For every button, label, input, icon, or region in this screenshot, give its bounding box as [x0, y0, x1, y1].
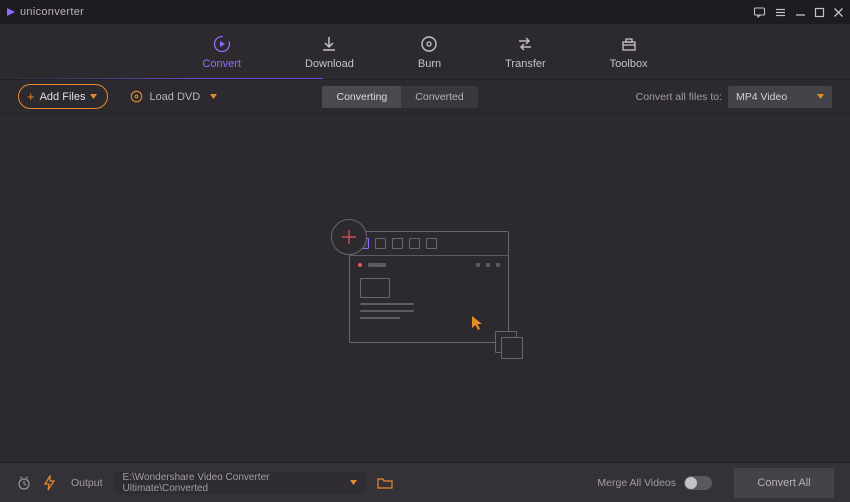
tab-label: Toolbox	[610, 58, 648, 70]
add-files-button[interactable]: + Add Files	[18, 84, 108, 109]
merge-toggle[interactable]	[684, 476, 712, 490]
convert-all-label: Convert all files to:	[636, 91, 722, 103]
app-logo-icon	[6, 7, 16, 17]
footer-bar: Output E:\Wondershare Video Converter Ul…	[0, 462, 850, 502]
empty-state-illustration	[335, 223, 515, 353]
open-folder-button[interactable]	[377, 476, 393, 490]
menu-icon[interactable]	[774, 6, 787, 19]
convert-all-button-label: Convert All	[757, 477, 810, 489]
convert-all-button[interactable]: Convert All	[734, 468, 834, 498]
chevron-down-icon	[90, 94, 97, 99]
convert-icon	[212, 34, 232, 54]
gpu-accel-icon[interactable]	[44, 475, 55, 491]
load-dvd-label: Load DVD	[149, 91, 200, 103]
download-icon	[319, 34, 339, 54]
add-files-label: Add Files	[40, 91, 86, 103]
main-area[interactable]	[0, 114, 850, 462]
plus-icon: +	[27, 90, 35, 103]
app-name: uniconverter	[20, 6, 84, 18]
tab-download[interactable]: Download	[297, 30, 362, 74]
convert-all-format: Convert all files to: MP4 Video	[636, 86, 832, 108]
tab-label: Convert	[202, 58, 241, 70]
burn-icon	[419, 34, 439, 54]
chevron-down-icon	[210, 94, 217, 99]
maximize-button[interactable]	[814, 7, 825, 18]
tab-convert[interactable]: Convert	[194, 30, 249, 74]
output-format-select[interactable]: MP4 Video	[728, 86, 832, 108]
app-logo: uniconverter	[6, 6, 84, 18]
chat-icon[interactable]	[753, 6, 766, 19]
active-tab-underline	[248, 78, 322, 80]
main-tabbar: Convert Download Burn Transfer Toolbox	[0, 24, 850, 80]
schedule-icon[interactable]	[16, 475, 32, 491]
minimize-button[interactable]	[795, 7, 806, 18]
close-button[interactable]	[833, 7, 844, 18]
titlebar: uniconverter	[0, 0, 850, 24]
disc-icon	[130, 90, 143, 103]
segment-converting[interactable]: Converting	[322, 86, 401, 108]
tab-burn[interactable]: Burn	[410, 30, 449, 74]
output-path-field[interactable]: E:\Wondershare Video Converter Ultimate\…	[115, 472, 365, 494]
output-path-value: E:\Wondershare Video Converter Ultimate\…	[123, 472, 350, 494]
segment-converted[interactable]: Converted	[401, 86, 477, 108]
merge-videos-group: Merge All Videos	[597, 476, 712, 490]
merge-label: Merge All Videos	[597, 477, 676, 489]
transfer-icon	[515, 34, 535, 54]
chevron-down-icon	[817, 94, 824, 99]
tab-label: Download	[305, 58, 354, 70]
converting-converted-segment: Converting Converted	[322, 86, 477, 108]
tab-label: Burn	[418, 58, 441, 70]
window-controls	[753, 6, 844, 19]
sub-toolbar: + Add Files Load DVD Converting Converte…	[0, 80, 850, 114]
tab-label: Transfer	[505, 58, 546, 70]
tab-transfer[interactable]: Transfer	[497, 30, 554, 74]
chevron-down-icon	[350, 480, 357, 485]
load-dvd-button[interactable]: Load DVD	[130, 90, 217, 103]
cursor-icon	[471, 315, 485, 331]
add-circle-icon	[331, 219, 367, 255]
toolbox-icon	[619, 34, 639, 54]
tab-toolbox[interactable]: Toolbox	[602, 30, 656, 74]
output-label: Output	[71, 477, 103, 489]
format-value: MP4 Video	[736, 91, 787, 103]
